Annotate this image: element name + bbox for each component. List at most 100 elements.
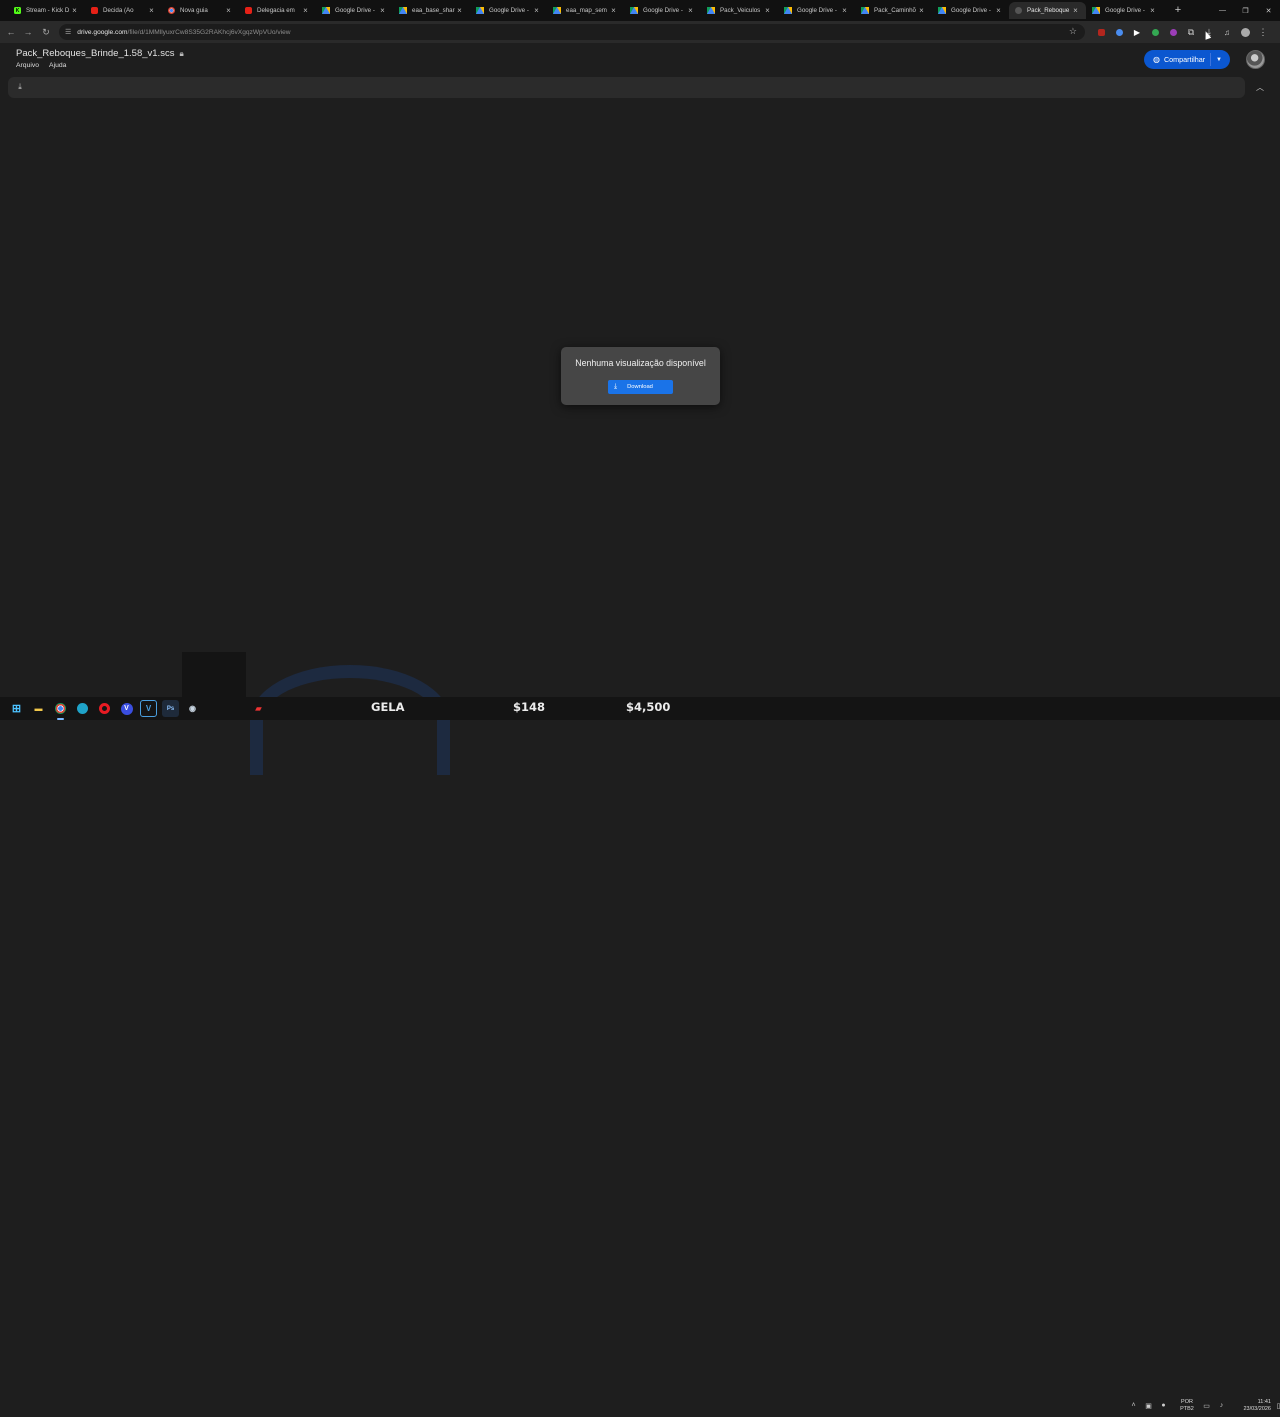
browser-tab[interactable]: Pack_Veiculos × xyxy=(701,2,778,19)
vivaldi-icon[interactable]: V xyxy=(118,700,135,717)
hud-label-money-1: $148 xyxy=(513,700,546,714)
browser-tab[interactable]: Google Drive - × xyxy=(778,2,855,19)
tab-close-icon[interactable]: × xyxy=(1148,6,1157,15)
chrome-taskbar-icon[interactable] xyxy=(52,700,69,720)
menu-ajuda[interactable]: Ajuda xyxy=(49,62,66,69)
share-button[interactable]: ◍ Compartilhar ▼ xyxy=(1144,50,1230,69)
minimize-icon[interactable]: — xyxy=(1211,0,1234,21)
blank-icon xyxy=(1015,7,1022,14)
media-controls-icon[interactable]: ♫ xyxy=(1219,24,1235,40)
share-dropdown-icon[interactable]: ▼ xyxy=(1216,57,1222,63)
tab-title: Google Drive - xyxy=(797,7,837,14)
drive-icon xyxy=(476,7,484,14)
forward-icon[interactable]: → xyxy=(21,25,35,39)
locked-icon: 🔒︎ xyxy=(179,48,184,58)
extension-blue-icon[interactable] xyxy=(1111,24,1127,40)
share-divider xyxy=(1210,53,1211,66)
extensions-puzzle-icon[interactable]: ⧉ xyxy=(1183,24,1199,40)
tab-close-icon[interactable]: × xyxy=(147,6,156,15)
extension-red-icon[interactable] xyxy=(1093,24,1109,40)
tab-strip: K Stream - Kick D × Decida (Ao × Nova guia × De… xyxy=(0,0,1280,21)
visual-studio-icon[interactable]: V xyxy=(140,700,157,717)
menu-arquivo[interactable]: Arquivo xyxy=(16,62,39,69)
tab-close-icon[interactable]: × xyxy=(1071,6,1080,15)
extension-purple-icon[interactable] xyxy=(1165,24,1181,40)
tab-close-icon[interactable]: × xyxy=(455,6,464,15)
browser-tab[interactable]: Google Drive - × xyxy=(470,2,547,19)
windows-start-icon[interactable]: ⊞ xyxy=(8,700,25,717)
extension-green-icon[interactable] xyxy=(1147,24,1163,40)
tab-close-icon[interactable]: × xyxy=(994,6,1003,15)
browser-tab[interactable]: Pack_Caminhõ × xyxy=(855,2,932,19)
file-explorer-icon[interactable]: ▬ xyxy=(30,700,47,717)
network-tray-icon[interactable]: ▣ xyxy=(1141,1398,1156,1413)
drive-icon xyxy=(399,7,407,14)
browser-tab[interactable]: Google Drive - × xyxy=(316,2,393,19)
tab-close-icon[interactable]: × xyxy=(686,6,695,15)
drive-icon xyxy=(553,7,561,14)
bookmark-star-icon[interactable]: ☆ xyxy=(1069,26,1077,37)
browser-tab[interactable]: Google Drive - × xyxy=(1086,2,1163,19)
address-bar[interactable]: ☰ drive.google.com/file/d/1MMllyuxrCw8S3… xyxy=(59,24,1085,40)
edge-icon[interactable] xyxy=(74,700,91,717)
download-icon: ⤓ xyxy=(614,383,618,390)
tab-close-icon[interactable]: × xyxy=(840,6,849,15)
microphone-icon[interactable]: ● xyxy=(1156,1398,1171,1413)
opera-icon[interactable] xyxy=(96,700,113,717)
tab-title: Google Drive - xyxy=(489,7,529,14)
extension-play-icon[interactable]: ▶ xyxy=(1129,24,1145,40)
tab-title: Google Drive - xyxy=(951,7,991,14)
tab-close-icon[interactable]: × xyxy=(70,6,79,15)
system-tray: ˄ ▣ ● POR PTB2 ▭ ♪ 11:41 23/03/2026 ▯ xyxy=(1126,1394,1280,1417)
browser-tab[interactable]: Pack_Reboque × xyxy=(1009,2,1086,19)
chevron-up-tray-icon[interactable]: ˄ xyxy=(1126,1398,1141,1413)
browser-toolbar: ← → ↻ ☰ drive.google.com/file/d/1MMllyux… xyxy=(0,21,1280,43)
back-icon[interactable]: ← xyxy=(4,25,18,39)
tab-title: Stream - Kick D xyxy=(26,7,70,14)
browser-tab[interactable]: Google Drive - × xyxy=(624,2,701,19)
drive-icon xyxy=(707,7,715,14)
display-icon[interactable]: ▭ xyxy=(1199,1398,1214,1413)
game-taskbar-icon[interactable]: ▰ xyxy=(250,700,267,717)
close-window-icon[interactable]: ✕ xyxy=(1257,0,1280,21)
tab-title: Google Drive - xyxy=(335,7,375,14)
avatar[interactable] xyxy=(1246,50,1265,69)
tab-close-icon[interactable]: × xyxy=(378,6,387,15)
browser-tab[interactable]: eaa_map_sem × xyxy=(547,2,624,19)
tab-close-icon[interactable]: × xyxy=(609,6,618,15)
tab-close-icon[interactable]: × xyxy=(224,6,233,15)
volume-icon[interactable]: ♪ xyxy=(1214,1398,1229,1413)
profile-icon[interactable] xyxy=(1237,24,1253,40)
new-tab-button[interactable]: + xyxy=(1171,3,1185,17)
no-preview-dialog: Nenhuma visualização disponível xyxy=(561,347,720,405)
tab-title: Pack_Caminhõ xyxy=(874,7,916,14)
chrome-icon xyxy=(168,7,175,14)
browser-tab[interactable]: K Stream - Kick D × xyxy=(8,2,85,19)
browser-tab[interactable]: Google Drive - × xyxy=(932,2,1009,19)
clock-time: 11:41 xyxy=(1257,1398,1271,1405)
clock[interactable]: 11:41 23/03/2026 xyxy=(1237,1399,1271,1413)
no-preview-message: Nenhuma visualização disponível xyxy=(575,358,706,368)
browser-tab[interactable]: Decida (Ao × xyxy=(85,2,162,19)
site-info-icon[interactable]: ☰ xyxy=(65,28,71,36)
browser-menu-icon[interactable]: ⋮ xyxy=(1255,24,1271,40)
language-indicator[interactable]: POR PTB2 xyxy=(1175,1399,1199,1413)
drive-icon xyxy=(630,7,638,14)
download-button[interactable]: ⤓ Download xyxy=(608,380,673,394)
tab-close-icon[interactable]: × xyxy=(917,6,926,15)
tab-close-icon[interactable]: × xyxy=(301,6,310,15)
browser-tab[interactable]: Nova guia × xyxy=(162,2,239,19)
browser-tab[interactable]: Delegacia em × xyxy=(239,2,316,19)
tab-close-icon[interactable]: × xyxy=(532,6,541,15)
drive-icon xyxy=(322,7,330,14)
browser-tab[interactable]: eaa_base_share × xyxy=(393,2,470,19)
download-icon[interactable]: ⤓ xyxy=(14,81,26,93)
photoshop-icon[interactable]: Ps xyxy=(162,700,179,717)
chevron-up-icon[interactable]: ︿ xyxy=(1250,77,1270,98)
tab-close-icon[interactable]: × xyxy=(763,6,772,15)
youtube-icon xyxy=(91,7,98,14)
notification-icon[interactable]: ▯ xyxy=(1271,1398,1280,1413)
maximize-icon[interactable]: ❐ xyxy=(1234,0,1257,21)
reload-icon[interactable]: ↻ xyxy=(39,25,53,39)
steam-icon[interactable]: ◉ xyxy=(184,700,201,717)
